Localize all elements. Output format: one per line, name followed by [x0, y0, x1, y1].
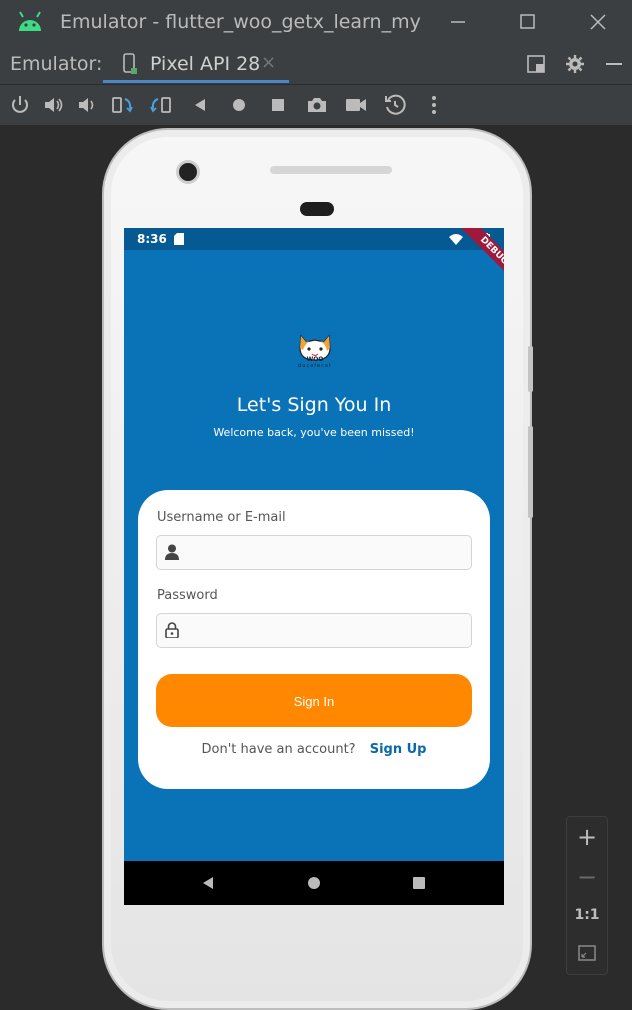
- device-icon: [123, 53, 137, 74]
- person-icon: [165, 544, 179, 560]
- username-input[interactable]: [189, 536, 463, 569]
- maximize-icon[interactable]: [515, 10, 539, 34]
- back-icon[interactable]: [188, 93, 212, 117]
- home-icon[interactable]: [227, 93, 251, 117]
- sd-card-icon: [174, 233, 184, 245]
- wifi-icon: [449, 234, 463, 245]
- top-speaker-grille: [270, 166, 392, 174]
- gear-icon[interactable]: [565, 54, 585, 74]
- rotate-left-icon[interactable]: [110, 93, 134, 117]
- no-account-text: Don't have an account?: [201, 742, 356, 757]
- password-input[interactable]: [189, 614, 463, 647]
- zoom-out-button[interactable]: −: [567, 863, 607, 891]
- record-icon[interactable]: [344, 93, 368, 117]
- signup-prompt: Don't have an account? Sign Up: [138, 742, 490, 757]
- nav-overview-icon[interactable]: [411, 875, 427, 891]
- screenshot-icon[interactable]: [305, 93, 329, 117]
- window-titlebar: Emulator - flutter_woo_getx_learn_my: [0, 0, 632, 44]
- nav-back-icon[interactable]: [200, 875, 216, 891]
- rotate-right-icon[interactable]: [149, 93, 173, 117]
- tab-active-indicator: [103, 80, 289, 83]
- tab-close-icon[interactable]: ×: [261, 52, 276, 73]
- status-time: 8:36: [137, 232, 167, 246]
- fit-screen-icon[interactable]: [577, 943, 597, 963]
- logo-text: WOO ducafecat: [288, 356, 342, 370]
- android-icon: [19, 11, 41, 31]
- tab-label: Pixel API 28: [150, 53, 261, 75]
- password-field[interactable]: [156, 613, 472, 648]
- volume-down-icon[interactable]: [76, 93, 100, 117]
- emulator-tabbar: Emulator: Pixel API 28 ×: [0, 44, 632, 85]
- nav-home-icon[interactable]: [306, 875, 322, 891]
- window-title: Emulator - flutter_woo_getx_learn_my: [60, 11, 421, 33]
- login-card: Username or E-mail Password Sign In Don'…: [138, 490, 490, 789]
- snapshot-icon[interactable]: [383, 93, 407, 117]
- sign-up-link[interactable]: Sign Up: [370, 742, 427, 757]
- overview-icon[interactable]: [266, 93, 290, 117]
- front-camera: [176, 160, 200, 184]
- username-label: Username or E-mail: [157, 510, 286, 525]
- sign-in-button[interactable]: Sign In: [156, 674, 472, 727]
- zoom-in-button[interactable]: +: [567, 823, 607, 851]
- volume-side-button[interactable]: [528, 426, 533, 518]
- hide-panel-icon[interactable]: [604, 54, 624, 74]
- page-title: Let's Sign You In: [236, 394, 392, 416]
- logo-subtitle: ducafecat: [298, 363, 332, 369]
- lock-icon: [165, 622, 179, 638]
- minimize-icon[interactable]: [446, 10, 470, 34]
- emulator-label: Emulator:: [10, 53, 103, 75]
- power-icon[interactable]: [8, 93, 32, 117]
- username-field[interactable]: [156, 535, 472, 570]
- earpiece: [300, 202, 334, 216]
- layout-icon[interactable]: [526, 54, 546, 74]
- volume-up-icon[interactable]: [42, 93, 66, 117]
- zoom-controls: + − 1:1: [566, 816, 608, 975]
- close-icon[interactable]: [586, 10, 610, 34]
- logo-title: WOO: [306, 356, 324, 363]
- device-screen: 8:36 DEBUG WOO ducafecat Let's Sign You …: [124, 228, 504, 905]
- more-icon[interactable]: [422, 93, 446, 117]
- password-label: Password: [157, 588, 218, 603]
- android-nav-bar: [124, 861, 504, 905]
- status-bar: 8:36: [124, 228, 504, 250]
- power-side-button[interactable]: [528, 346, 533, 392]
- tab-pixel-api-28[interactable]: Pixel API 28 ×: [103, 44, 289, 84]
- page-subtitle: Welcome back, you've been missed!: [213, 426, 415, 439]
- emulator-toolbar: [0, 85, 632, 125]
- actual-size-button[interactable]: 1:1: [567, 907, 607, 923]
